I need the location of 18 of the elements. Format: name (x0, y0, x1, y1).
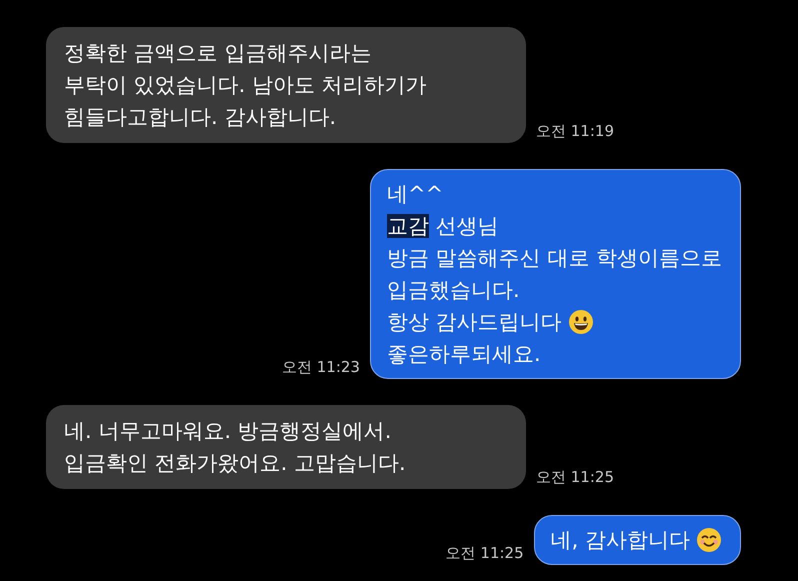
message-time: 오전 11:25 (446, 544, 524, 564)
message-text: 방금 말씀해주신 대로 학생이름으로 (386, 245, 722, 272)
smiling-emoji-icon (696, 527, 722, 553)
message-text: 항상 감사드립니다 (386, 309, 562, 336)
message-text: 네. 너무고마워요. 방금행정실에서. (64, 418, 392, 445)
message-time: 오전 11:25 (536, 468, 614, 488)
message-time: 오전 11:19 (536, 122, 614, 142)
message-text: 입금했습니다. (386, 277, 520, 304)
message-text: 부탁이 있었습니다. 남아도 처리하기가 (64, 72, 427, 99)
message-text: 좋은하루되세요. (386, 341, 541, 368)
grinning-emoji-icon (568, 309, 594, 335)
message-text: 입금확인 전화가왔어요. 고맙습니다. (64, 450, 406, 477)
message-text: 네, 감사합니다 (550, 527, 690, 554)
message-text: 교감 선생님 (386, 213, 499, 240)
message-text: 네^^ (386, 181, 444, 208)
message-text: 힘들다고합니다. 감사합니다. (64, 104, 336, 131)
message-text: 정확한 금액으로 입금해주시라는 (64, 40, 372, 67)
message-time: 오전 11:23 (282, 358, 360, 378)
